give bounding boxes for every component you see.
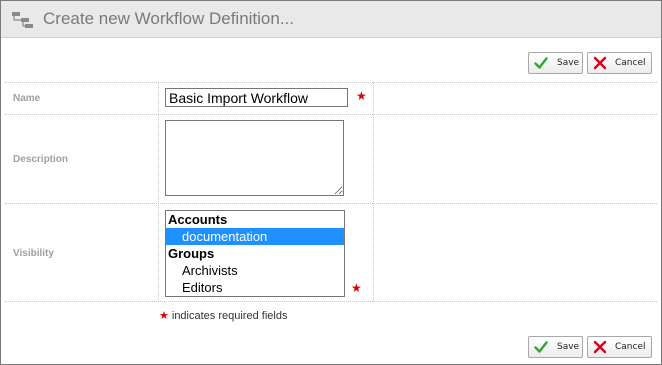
save-button-label: Save xyxy=(557,342,580,352)
cancel-button-label: Cancel xyxy=(615,58,646,68)
workflow-icon xyxy=(11,11,35,29)
dialog-title: Create new Workflow Definition... xyxy=(43,9,295,28)
description-textarea[interactable] xyxy=(165,120,344,196)
column-divider xyxy=(373,82,374,302)
row-divider xyxy=(5,114,657,115)
listbox-option-editors[interactable]: Editors xyxy=(166,279,344,296)
save-button-bottom[interactable]: Save xyxy=(528,336,583,358)
required-note-text: indicates required fields xyxy=(171,310,288,322)
required-marker: ★ xyxy=(159,310,169,322)
workflow-dialog: Create new Workflow Definition... Save C… xyxy=(0,0,662,365)
listbox-group-groups: Groups xyxy=(168,246,215,261)
listbox-option-archivists[interactable]: Archivists xyxy=(166,262,344,279)
save-button-label: Save xyxy=(557,58,580,68)
x-icon xyxy=(593,340,607,354)
checkmark-icon xyxy=(534,340,548,354)
listbox-option-documentation[interactable]: documentation xyxy=(166,228,344,245)
required-fields-note: ★ indicates required fields xyxy=(159,309,287,322)
dialog-title-bar: Create new Workflow Definition... xyxy=(1,1,661,38)
name-label: Name xyxy=(13,93,41,104)
visibility-label: Visibility xyxy=(13,248,54,259)
row-divider xyxy=(5,301,657,302)
listbox-group-accounts: Accounts xyxy=(168,212,228,227)
cancel-button-top[interactable]: Cancel xyxy=(587,52,652,74)
cancel-button-bottom[interactable]: Cancel xyxy=(587,336,652,358)
cancel-button-label: Cancel xyxy=(615,342,646,352)
description-label: Description xyxy=(13,154,69,165)
name-input[interactable] xyxy=(165,88,348,107)
row-divider xyxy=(5,203,657,204)
visibility-listbox[interactable]: Accounts documentation Groups Archivists… xyxy=(165,210,345,297)
form-top-divider xyxy=(5,82,657,83)
column-divider xyxy=(158,82,159,302)
required-marker: ★ xyxy=(356,89,367,103)
save-button-top[interactable]: Save xyxy=(528,52,583,74)
required-marker: ★ xyxy=(351,281,362,295)
checkmark-icon xyxy=(534,56,548,70)
x-icon xyxy=(593,56,607,70)
